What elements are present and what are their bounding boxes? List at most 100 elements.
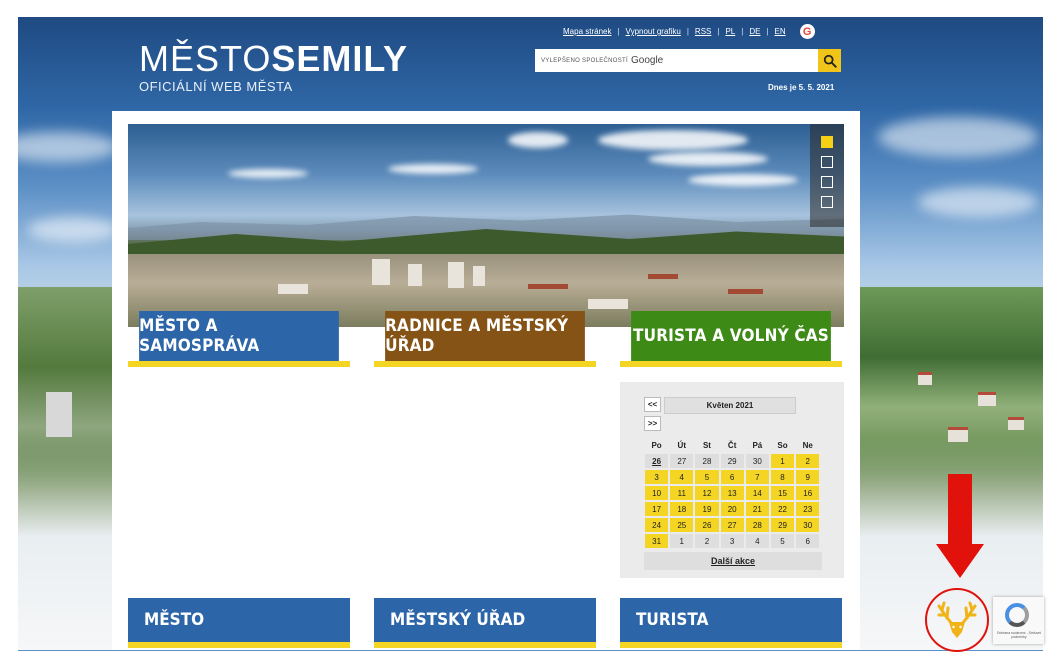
calendar-day[interactable]: 29 — [719, 453, 745, 469]
calendar-day-header: Čt — [727, 440, 737, 450]
deer-button[interactable] — [925, 588, 989, 652]
calendar-day[interactable]: 18 — [669, 501, 695, 517]
link-sitemap[interactable]: Mapa stránek — [563, 27, 611, 36]
slider-nav — [810, 124, 844, 227]
calendar-day[interactable]: 3 — [719, 533, 745, 549]
search-button[interactable] — [818, 49, 841, 72]
calendar-day[interactable]: 8 — [769, 469, 796, 485]
bg-right-landscape — [858, 287, 1043, 487]
calendar-day[interactable]: 28 — [744, 517, 770, 533]
calendar-day[interactable]: 12 — [694, 485, 720, 501]
slider-dot-1[interactable] — [821, 136, 833, 148]
calendar-day[interactable]: 11 — [669, 485, 695, 501]
calendar-day[interactable]: 2 — [795, 453, 821, 469]
section-tourist[interactable]: TURISTA — [620, 598, 842, 642]
link-disable-graphics[interactable]: Vypnout grafiku — [626, 27, 681, 36]
calendar-day[interactable]: 1 — [769, 453, 796, 469]
link-rss[interactable]: RSS — [695, 27, 711, 36]
more-events-link[interactable]: Další akce — [644, 552, 822, 570]
calendar-day[interactable]: 20 — [719, 501, 745, 517]
calendar-day[interactable]: 9 — [795, 469, 821, 485]
slider-dot-2[interactable] — [821, 156, 833, 168]
logo-name-light: MĚSTO — [139, 38, 272, 79]
hero-roof — [528, 284, 568, 289]
calendar-day[interactable]: 17 — [644, 501, 670, 517]
calendar-day[interactable]: 16 — [795, 485, 821, 501]
section-tourist-label: TURISTA — [636, 610, 709, 630]
calendar-day[interactable]: 21 — [744, 501, 770, 517]
calendar-day[interactable]: 6 — [795, 533, 821, 549]
bg-left-landscape — [18, 287, 118, 487]
calendar-day[interactable]: 27 — [719, 517, 745, 533]
calendar-day-header: Po — [651, 440, 662, 450]
calendar-day[interactable]: 22 — [769, 501, 796, 517]
calendar-day[interactable]: 10 — [644, 485, 670, 501]
site-logo[interactable]: MĚSTOSEMILY OFICIÁLNÍ WEB MĚSTA — [139, 38, 409, 95]
logo-name-bold: SEMILY — [271, 38, 409, 79]
arrow-shaft — [948, 474, 972, 546]
category-town-hall[interactable]: RADNICE A MĚSTSKÝ ÚŘAD — [385, 311, 585, 361]
events-calendar: << Květen 2021 >> Po Út St Čt Pá So Ne 26 27 28 29… — [620, 382, 844, 578]
bg-cloud — [18, 132, 118, 162]
calendar-day[interactable]: 29 — [769, 517, 796, 533]
search-branding-small: VYLEPŠENO SPOLEČNOSTÍ — [541, 57, 628, 64]
slider-dot-4[interactable] — [821, 196, 833, 208]
calendar-day[interactable]: 5 — [769, 533, 796, 549]
calendar-day[interactable]: 31 — [644, 533, 670, 549]
calendar-day[interactable]: 15 — [769, 485, 796, 501]
search-input[interactable]: VYLEPŠENO SPOLEČNOSTÍ Google — [535, 49, 818, 72]
calendar-day[interactable]: 1 — [669, 533, 695, 549]
category-tourism[interactable]: TURISTA A VOLNÝ ČAS — [631, 311, 831, 361]
calendar-prev-button[interactable]: << — [644, 397, 661, 412]
calendar-day[interactable]: 26 — [644, 453, 670, 469]
section-city[interactable]: MĚSTO — [128, 598, 350, 642]
separator: | — [741, 27, 744, 36]
arrow-head — [936, 544, 984, 578]
link-lang-pl[interactable]: PL — [725, 27, 735, 36]
calendar-day[interactable]: 28 — [694, 453, 720, 469]
calendar-day[interactable]: 14 — [744, 485, 770, 501]
calendar-day[interactable]: 30 — [795, 517, 821, 533]
google-translate-icon[interactable]: G — [799, 24, 815, 39]
hero-cloud — [508, 132, 568, 148]
separator: | — [617, 27, 620, 36]
calendar-day[interactable]: 4 — [669, 469, 695, 485]
calendar-day[interactable]: 5 — [694, 469, 720, 485]
calendar-day-header: Pá — [752, 440, 763, 450]
bottom-divider — [18, 650, 1043, 651]
hero-building — [372, 259, 390, 285]
section-town-office[interactable]: MĚSTSKÝ ÚŘAD — [374, 598, 596, 642]
calendar-day[interactable]: 4 — [744, 533, 770, 549]
calendar-day[interactable]: 7 — [744, 469, 770, 485]
slider-dot-3[interactable] — [821, 176, 833, 188]
calendar-next-button[interactable]: >> — [644, 416, 661, 431]
calendar-day[interactable]: 24 — [644, 517, 670, 533]
calendar-day[interactable]: 6 — [719, 469, 745, 485]
calendar-day[interactable]: 19 — [694, 501, 720, 517]
hero-roof — [648, 274, 678, 279]
calendar-day[interactable]: 30 — [744, 453, 770, 469]
calendar-grid: Po Út St Čt Pá So Ne 26 27 28 29 30 1 2 3 4 5 6 7 8 9 10 11 12 1… — [644, 437, 821, 549]
section-underline — [620, 642, 842, 648]
hero-building — [408, 264, 422, 286]
category-city-government[interactable]: MĚSTO A SAMOSPRÁVA — [139, 311, 339, 361]
search-icon — [823, 54, 837, 68]
calendar-day-header: So — [777, 440, 788, 450]
link-lang-de[interactable]: DE — [749, 27, 760, 36]
calendar-day-header: St — [702, 440, 711, 450]
recaptcha-badge[interactable]: Ochrana soukromí - Smluvní podmínky — [993, 597, 1044, 644]
link-lang-en[interactable]: EN — [775, 27, 786, 36]
section-underline — [374, 642, 596, 648]
separator: | — [686, 27, 689, 36]
hero-slider[interactable] — [128, 124, 844, 327]
calendar-day[interactable]: 23 — [795, 501, 821, 517]
calendar-day[interactable]: 27 — [669, 453, 695, 469]
logo-subtitle: OFICIÁLNÍ WEB MĚSTA — [139, 79, 293, 94]
calendar-day[interactable]: 3 — [644, 469, 670, 485]
calendar-day[interactable]: 13 — [719, 485, 745, 501]
calendar-day[interactable]: 2 — [694, 533, 720, 549]
site-header: MĚSTOSEMILY OFICIÁLNÍ WEB MĚSTA Mapa str… — [18, 17, 1043, 112]
recaptcha-text: Ochrana soukromí - Smluvní podmínky — [996, 631, 1042, 639]
calendar-day[interactable]: 25 — [669, 517, 695, 533]
calendar-day[interactable]: 26 — [694, 517, 720, 533]
